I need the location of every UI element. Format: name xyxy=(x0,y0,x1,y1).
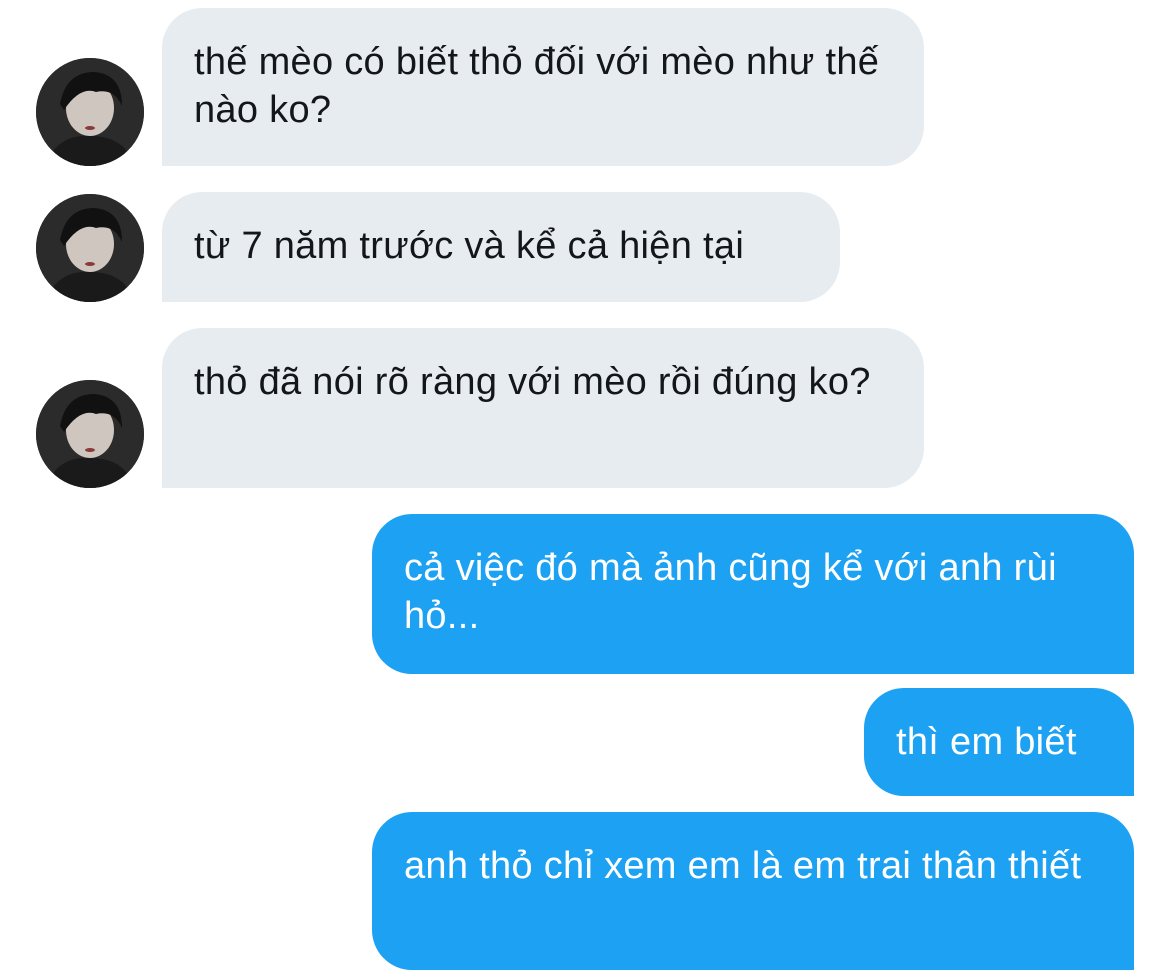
message-text: cả việc đó mà ảnh cũng kể với anh rùi hỏ… xyxy=(404,547,1057,637)
avatar[interactable] xyxy=(36,194,144,302)
message-bubble-incoming[interactable]: thế mèo có biết thỏ đối với mèo như thế … xyxy=(162,8,924,166)
avatar[interactable] xyxy=(36,380,144,488)
message-bubble-outgoing[interactable]: anh thỏ chỉ xem em là em trai thân thiết xyxy=(372,812,1134,970)
message-text: anh thỏ chỉ xem em là em trai thân thiết xyxy=(404,845,1082,887)
avatar[interactable] xyxy=(36,58,144,166)
message-bubble-incoming[interactable]: thỏ đã nói rõ ràng với mèo rồi đúng ko? xyxy=(162,328,924,488)
message-text: thế mèo có biết thỏ đối với mèo như thế … xyxy=(194,41,880,131)
profile-photo-icon xyxy=(36,194,144,302)
message-bubble-incoming[interactable]: từ 7 năm trước và kể cả hiện tại xyxy=(162,192,840,302)
profile-photo-icon xyxy=(36,380,144,488)
message-text: từ 7 năm trước và kể cả hiện tại xyxy=(194,225,745,267)
message-text: thì em biết xyxy=(896,721,1077,763)
message-bubble-outgoing[interactable]: thì em biết xyxy=(864,688,1134,796)
message-bubble-outgoing[interactable]: cả việc đó mà ảnh cũng kể với anh rùi hỏ… xyxy=(372,514,1134,674)
profile-photo-icon xyxy=(36,58,144,166)
message-text: thỏ đã nói rõ ràng với mèo rồi đúng ko? xyxy=(194,361,871,403)
